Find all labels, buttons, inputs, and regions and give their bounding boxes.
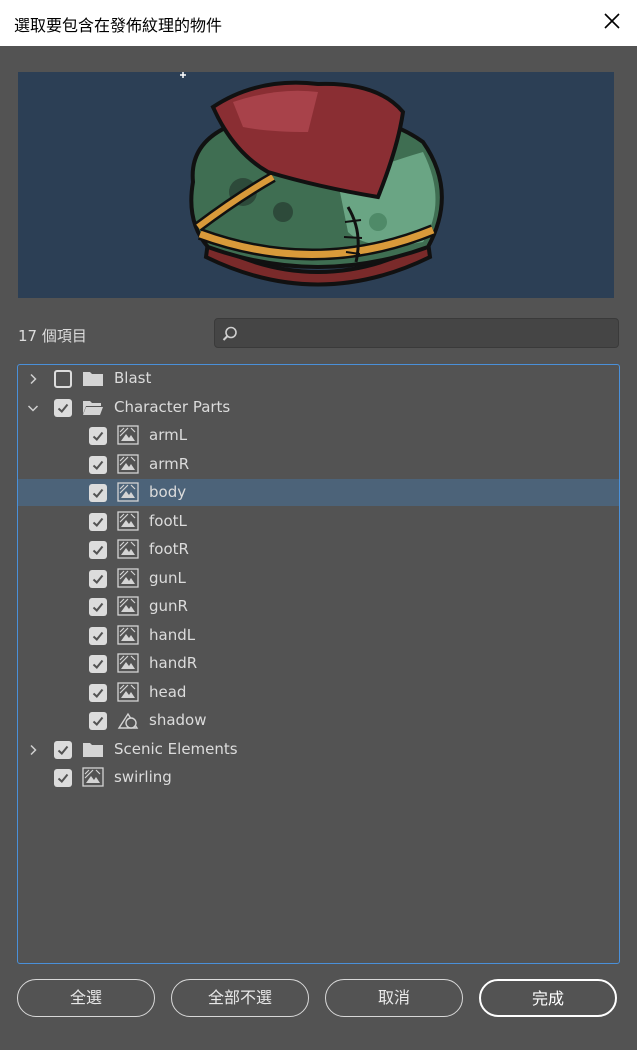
folder-icon: [82, 368, 104, 388]
row-checkbox[interactable]: [89, 655, 107, 673]
row-checkbox[interactable]: [89, 484, 107, 502]
tree-row-label: head: [149, 682, 187, 701]
tree-row-label: gunR: [149, 597, 188, 615]
tree-row-label: handL: [149, 625, 196, 644]
dialog-title: 選取要包含在發佈紋理的物件: [14, 16, 223, 35]
row-checkbox[interactable]: [54, 398, 72, 417]
row-checkbox[interactable]: [89, 541, 107, 559]
tree-row[interactable]: handR: [18, 650, 619, 677]
row-checkbox[interactable]: [89, 427, 107, 445]
row-checkbox[interactable]: [89, 626, 107, 645]
row-checkbox[interactable]: [89, 512, 107, 531]
deselect-all-button[interactable]: 全部不選: [171, 979, 309, 1017]
tree-row-label: shadow: [149, 711, 207, 729]
tree-row-label: Blast: [114, 369, 152, 387]
tree-row-label: body: [149, 483, 187, 501]
search-box[interactable]: [214, 318, 619, 348]
row-checkbox[interactable]: [54, 769, 72, 787]
chevron-right-icon[interactable]: [26, 371, 40, 385]
symbol-icon: [117, 453, 139, 474]
tree-row[interactable]: Blast: [18, 365, 619, 392]
title-bar: 選取要包含在發佈紋理的物件: [0, 0, 637, 46]
tree-row-label: Character Parts: [114, 397, 231, 416]
tree-row[interactable]: gunL: [18, 565, 619, 592]
row-checkbox[interactable]: [89, 598, 107, 616]
select-all-button[interactable]: 全選: [17, 979, 155, 1017]
row-checkbox[interactable]: [89, 455, 107, 474]
close-icon[interactable]: [601, 10, 623, 32]
symbol-icon: [117, 539, 139, 559]
tree-row[interactable]: footL: [18, 508, 619, 535]
symbol-icon: [117, 624, 139, 645]
tree-row[interactable]: swirling: [18, 764, 619, 791]
tree-row-label: swirling: [114, 768, 172, 786]
cancel-button[interactable]: 取消: [325, 979, 463, 1017]
tree-row-label: armR: [149, 454, 190, 473]
row-checkbox[interactable]: [54, 740, 72, 759]
row-checkbox[interactable]: [89, 712, 107, 730]
row-checkbox[interactable]: [89, 569, 107, 588]
search-input[interactable]: [245, 321, 613, 345]
tree-row[interactable]: footR: [18, 536, 619, 563]
tree-row[interactable]: handL: [18, 622, 619, 649]
tree-row[interactable]: gunR: [18, 593, 619, 620]
texture-preview: [18, 72, 614, 298]
tree-row-label: handR: [149, 654, 198, 672]
chevron-down-icon[interactable]: [26, 400, 40, 414]
symbol-icon: [117, 482, 139, 502]
folder-open-icon: [82, 397, 104, 417]
symbol-icon: [82, 767, 104, 787]
symbol-icon: [117, 653, 139, 673]
object-tree[interactable]: Blast Character Parts armL armR body footL foo…: [17, 364, 620, 964]
tree-row-label: footL: [149, 511, 187, 530]
symbol-icon: [117, 567, 139, 588]
row-checkbox[interactable]: [89, 683, 107, 702]
tree-row[interactable]: armR: [18, 451, 619, 478]
chevron-right-icon[interactable]: [26, 742, 40, 756]
symbol-icon: [117, 510, 139, 531]
symbol-icon: [117, 596, 139, 616]
tree-row-label: Scenic Elements: [114, 739, 238, 758]
folder-icon: [82, 739, 104, 759]
tree-row[interactable]: shadow: [18, 707, 619, 734]
tree-row[interactable]: Character Parts: [18, 394, 619, 421]
symbol-icon: [117, 425, 139, 445]
shape-icon: [117, 710, 139, 730]
tree-row[interactable]: head: [18, 679, 619, 706]
tree-row-label: footR: [149, 540, 189, 558]
search-icon: [221, 325, 239, 347]
tree-row-label: gunL: [149, 568, 186, 587]
body-preview-image: [180, 72, 444, 287]
item-count: 17 個項目: [18, 327, 87, 345]
tree-row[interactable]: armL: [18, 422, 619, 449]
done-button[interactable]: 完成: [479, 979, 617, 1017]
symbol-icon: [117, 681, 139, 702]
tree-row-label: armL: [149, 426, 188, 444]
tree-row[interactable]: Scenic Elements: [18, 736, 619, 763]
row-checkbox[interactable]: [54, 370, 72, 388]
tree-row[interactable]: body: [18, 479, 619, 506]
